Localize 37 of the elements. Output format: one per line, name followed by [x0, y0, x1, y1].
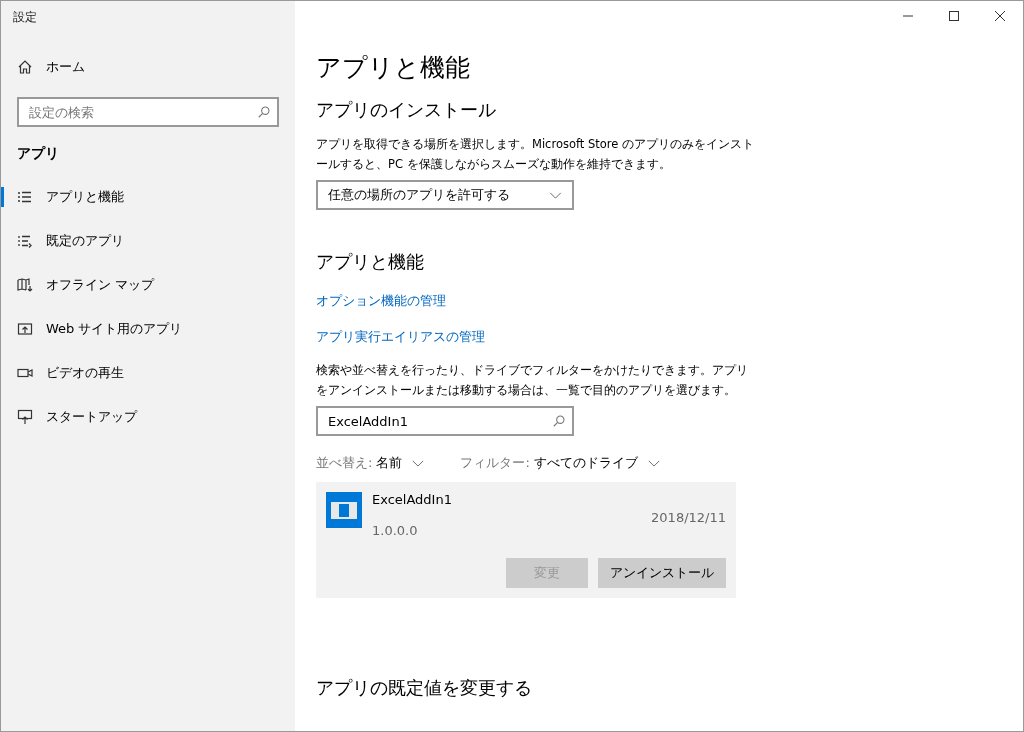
app-name: ExcelAddIn1	[372, 492, 453, 507]
home-icon	[17, 59, 33, 75]
list-arrow-icon	[17, 233, 33, 249]
nav-item[interactable]: オフライン マップ	[1, 263, 295, 307]
description-text: 検索や並べ替えを行ったり、ドライブでフィルターをかけたりできます。アプリをアンインストールまたは移動する場合は、一覧で目的のアプリを選びます。	[316, 362, 749, 399]
section-heading: アプリの既定値を変更する	[316, 676, 532, 700]
dropdown[interactable]: 任意の場所のアプリを許可する	[316, 180, 574, 210]
filter-dropdown[interactable]: フィルター: すべてのドライブ	[460, 454, 660, 472]
link[interactable]: オプション機能の管理	[316, 292, 446, 310]
list-icon	[17, 189, 33, 205]
monitor-arrow-icon	[17, 409, 33, 425]
chevron-down-icon	[549, 191, 562, 199]
nav-item[interactable]: Web サイト用のアプリ	[1, 307, 295, 351]
home-nav-item[interactable]: ホーム	[1, 45, 295, 89]
page-title: アプリと機能	[316, 52, 470, 84]
window-title: 設定	[12, 9, 38, 26]
search-field[interactable]: 設定の検索	[17, 97, 279, 127]
section-heading: アプリ	[16, 144, 60, 163]
install-date: 2018/12/11	[651, 510, 726, 525]
section-heading: アプリと機能	[316, 250, 424, 274]
chevron-down-icon	[412, 459, 425, 467]
nav-item[interactable]: 既定のアプリ	[1, 219, 295, 263]
link[interactable]: アプリ実行エイリアスの管理	[316, 328, 485, 346]
search-icon	[552, 414, 566, 428]
nav-item[interactable]: アプリと機能	[1, 175, 295, 219]
app-action-button[interactable]: アンインストール	[598, 558, 726, 588]
nav-item[interactable]: スタートアップ	[1, 395, 295, 439]
app-icon	[326, 492, 362, 528]
search-field[interactable]: ExcelAddIn1	[316, 406, 574, 436]
map-icon	[17, 277, 33, 293]
sort-dropdown[interactable]: 並べ替え: 名前	[316, 454, 425, 472]
chevron-down-icon	[647, 459, 660, 467]
search-icon	[257, 105, 271, 119]
section-heading: アプリのインストール	[316, 98, 496, 122]
app-version: 1.0.0.0	[372, 523, 419, 538]
description-text: アプリを取得できる場所を選択します。Microsoft Store のアプリのみをインストールすると、PC を保護しながらスムーズな動作を維持できます。	[316, 136, 756, 173]
nav-item[interactable]: ビデオの再生	[1, 351, 295, 395]
